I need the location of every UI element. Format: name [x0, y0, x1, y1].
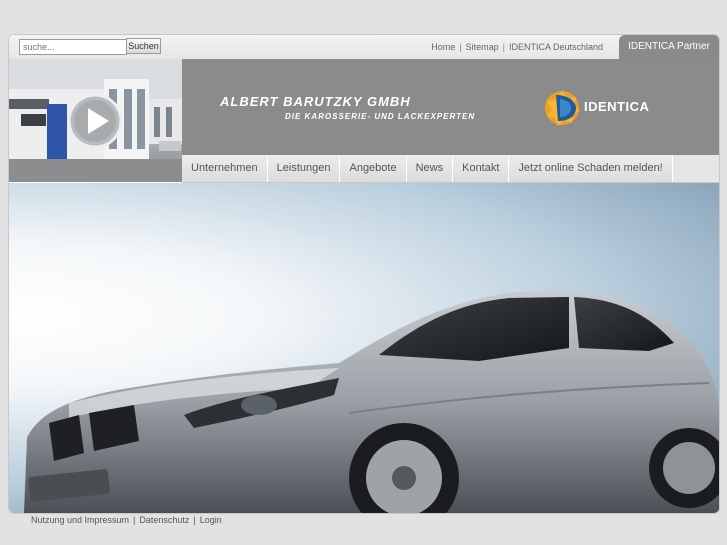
datenschutz-link[interactable]: Datenschutz [139, 515, 189, 525]
identica-deutschland-link[interactable]: IDENTICA Deutschland [509, 42, 603, 52]
sitemap-link[interactable]: Sitemap [466, 42, 499, 52]
home-link[interactable]: Home [431, 42, 455, 52]
identica-partner-tab[interactable]: IDENTICA Partner [619, 35, 719, 59]
play-icon[interactable] [67, 93, 123, 149]
footer-links: Nutzung und Impressum | Datenschutz | Login [31, 515, 222, 525]
search-input[interactable] [19, 39, 127, 55]
nav-unternehmen[interactable]: Unternehmen [182, 155, 268, 182]
top-links: Home | Sitemap | IDENTICA Deutschland [431, 42, 603, 52]
company-name: ALBERT BARUTZKY GMBH [220, 94, 411, 109]
nav-news[interactable]: News [406, 155, 454, 182]
header-banner: ALBERT BARUTZKY GMBH DIE KAROSSERIE- UND… [182, 59, 719, 155]
separator: | [459, 42, 462, 52]
identica-logo-icon [545, 91, 580, 126]
nav-kontakt[interactable]: Kontakt [453, 155, 510, 182]
nav-angebote[interactable]: Angebote [340, 155, 407, 182]
login-link[interactable]: Login [200, 515, 222, 525]
impressum-link[interactable]: Nutzung und Impressum [31, 515, 129, 525]
hero-car-image [9, 183, 719, 513]
search-button[interactable]: Suchen [126, 38, 161, 54]
separator: | [502, 42, 505, 52]
nav-schaden-melden[interactable]: Jetzt online Schaden melden! [509, 155, 673, 182]
main-nav: Unternehmen Leistungen Angebote News Kon… [182, 155, 719, 183]
identica-logo-text: IDENTICA [584, 99, 650, 114]
nav-leistungen[interactable]: Leistungen [267, 155, 341, 182]
separator: | [133, 515, 136, 525]
company-tagline: DIE KAROSSERIE- UND LACKEXPERTEN [285, 112, 476, 121]
top-bar: Suchen Home|Sitemap|IDENTICA Deutschland… [9, 35, 719, 60]
page-frame: Suchen Home|Sitemap|IDENTICA Deutschland… [8, 34, 720, 514]
separator: | [193, 515, 196, 525]
building-photo [9, 59, 182, 182]
identica-logo: IDENTICA [542, 89, 682, 127]
